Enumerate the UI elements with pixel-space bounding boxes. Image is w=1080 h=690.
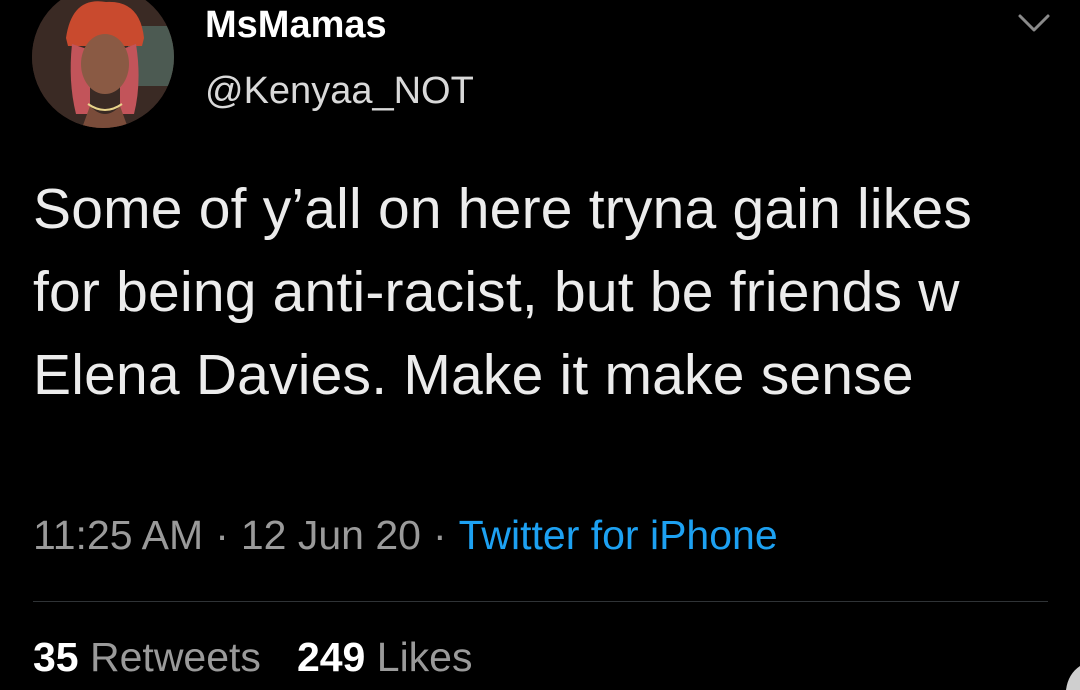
tweet-date[interactable]: 12 Jun 20 xyxy=(241,512,421,558)
avatar-image xyxy=(32,0,174,128)
tweet-meta: 11:25 AM · 12 Jun 20 · Twitter for iPhone xyxy=(33,512,778,559)
corner-artifact xyxy=(1066,666,1080,690)
likes-count: 249 xyxy=(296,634,366,680)
display-name[interactable]: MsMamas xyxy=(205,4,387,47)
tweet-time[interactable]: 11:25 AM xyxy=(33,512,203,558)
avatar[interactable] xyxy=(32,0,174,128)
tweet-stats: 35 Retweets 249 Likes xyxy=(33,634,472,681)
likes-label: Likes xyxy=(376,634,473,680)
retweets-label: Retweets xyxy=(90,634,261,680)
tweet-card: MsMamas @Kenyaa_NOT Some of y’all on her… xyxy=(0,0,1080,690)
retweets-stat[interactable]: 35 Retweets xyxy=(33,634,261,680)
divider xyxy=(33,601,1048,602)
user-handle[interactable]: @Kenyaa_NOT xyxy=(205,70,474,113)
chevron-down-icon[interactable] xyxy=(1010,4,1058,44)
likes-stat[interactable]: 249 Likes xyxy=(297,634,473,680)
meta-separator: · xyxy=(215,512,229,558)
retweets-count: 35 xyxy=(33,634,79,680)
meta-separator: · xyxy=(432,512,447,558)
tweet-text: Some of y’all on here tryna gain likes f… xyxy=(33,177,973,407)
tweet-source-link[interactable]: Twitter for iPhone xyxy=(459,512,778,558)
